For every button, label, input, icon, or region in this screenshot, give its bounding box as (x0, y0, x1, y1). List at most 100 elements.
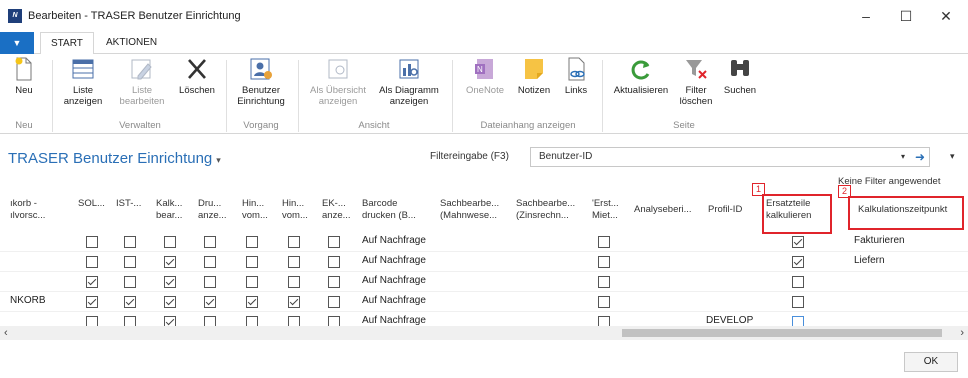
checkbox-ist[interactable] (124, 276, 136, 288)
liste-anzeigen-button[interactable]: Liste anzeigen (58, 56, 108, 107)
col-header[interactable]: ıkorb - ılvorsc... (10, 198, 48, 222)
neu-button[interactable]: Neu (6, 56, 42, 96)
als-diagramm-label: Als Diagramm anzeigen (379, 85, 439, 107)
horizontal-scrollbar[interactable]: ‹ › (0, 326, 968, 340)
col-header[interactable]: Hin... vom... (282, 198, 314, 222)
benutzer-einrichtung-button[interactable]: Benutzer Einrichtung (230, 56, 292, 107)
maximize-button[interactable]: ☐ (886, 4, 926, 28)
checkbox-ek[interactable] (328, 296, 340, 308)
filter-more-icon[interactable]: ▾ (950, 151, 955, 162)
col-header[interactable]: EK-... anze... (322, 198, 352, 222)
table-row[interactable]: NKORB Auf Nachfrage (0, 292, 968, 312)
checkbox-sol[interactable] (86, 296, 98, 308)
links-label: Links (564, 85, 588, 96)
col-header[interactable]: Barcode drucken (B... (362, 198, 428, 222)
file-menu-button[interactable]: ▼ (0, 32, 34, 54)
col-header[interactable]: Hin... vom... (242, 198, 274, 222)
checkbox-sol[interactable] (86, 276, 98, 288)
filter-dropdown-icon[interactable]: ▾ (901, 148, 905, 166)
scroll-right-icon[interactable]: › (960, 326, 964, 340)
checkbox-kalk[interactable] (164, 296, 176, 308)
checkbox-kalk[interactable] (164, 276, 176, 288)
liste-bearbeiten-button[interactable]: Liste bearbeiten (116, 56, 168, 107)
aktualisieren-button[interactable]: Aktualisieren (608, 56, 674, 96)
minimize-button[interactable]: – (846, 4, 886, 28)
col-header[interactable]: Analyseberi... (634, 204, 700, 216)
table-row[interactable]: Auf Nachfrage Liefern (0, 252, 968, 272)
checkbox-ek[interactable] (328, 236, 340, 248)
checkbox-hin2[interactable] (288, 236, 300, 248)
page-title-text: TRASER Benutzer Einrichtung (8, 150, 213, 167)
title-menu-caret[interactable]: ▾ (216, 155, 221, 165)
app-logo: N (8, 9, 22, 23)
als-diagramm-button[interactable]: Als Diagramm anzeigen (376, 56, 442, 107)
col-header[interactable]: SOL... (78, 198, 106, 210)
checkbox-sol[interactable] (86, 256, 98, 268)
col-header[interactable]: 'Erst... Miet... (592, 198, 624, 222)
col-header[interactable]: Kalk... bear... (156, 198, 190, 222)
loeschen-button[interactable]: Löschen (174, 56, 220, 96)
scroll-thumb[interactable] (622, 329, 942, 337)
checkbox-ersatz[interactable] (792, 256, 804, 268)
table-row[interactable]: Auf Nachfrage Fakturieren (0, 232, 968, 252)
col-header[interactable]: Sachbearbe... (Mahnwese... (440, 198, 506, 222)
close-button[interactable]: ✕ (926, 4, 966, 28)
checkbox-hin1[interactable] (246, 296, 258, 308)
checkbox-kalk[interactable] (164, 236, 176, 248)
checkbox-dru[interactable] (204, 256, 216, 268)
checkbox-erst[interactable] (598, 256, 610, 268)
checkbox-hin1[interactable] (246, 276, 258, 288)
checkbox-ist[interactable] (124, 256, 136, 268)
title-bar: N Bearbeiten - TRASER Benutzer Einrichtu… (0, 0, 968, 32)
links-button[interactable]: Links (560, 56, 592, 96)
scroll-left-icon[interactable]: ‹ (4, 326, 8, 340)
cell-kalkulationszeitpunkt: Fakturieren (854, 235, 905, 246)
tab-aktionen[interactable]: AKTIONEN (96, 32, 167, 54)
checkbox-sol[interactable] (86, 236, 98, 248)
checkbox-ist[interactable] (124, 236, 136, 248)
col-header[interactable]: Sachbearbe... (Zinsrechn... (516, 198, 582, 222)
checkbox-dru[interactable] (204, 276, 216, 288)
page-title: TRASER Benutzer Einrichtung ▾ (8, 150, 221, 167)
checkbox-hin1[interactable] (246, 236, 258, 248)
checkbox-ist[interactable] (124, 296, 136, 308)
group-separator (298, 60, 299, 132)
checkbox-ek[interactable] (328, 256, 340, 268)
neu-label: Neu (15, 85, 33, 96)
group-separator (602, 60, 603, 132)
group-label-vorgang: Vorgang (243, 120, 279, 131)
ok-button[interactable]: OK (904, 352, 958, 372)
checkbox-erst[interactable] (598, 236, 610, 248)
checkbox-hin2[interactable] (288, 276, 300, 288)
suchen-button[interactable]: Suchen (720, 56, 760, 96)
checkbox-dru[interactable] (204, 236, 216, 248)
filter-apply-arrow-icon[interactable]: ➜ (915, 148, 925, 166)
table-row[interactable]: Auf Nachfrage (0, 272, 968, 292)
checkbox-hin2[interactable] (288, 296, 300, 308)
col-header[interactable]: Dru... anze... (198, 198, 232, 222)
onenote-label: OneNote (465, 85, 505, 96)
checkbox-hin1[interactable] (246, 256, 258, 268)
list-view-icon (72, 59, 94, 79)
user-settings-icon (250, 58, 272, 80)
filter-loeschen-button[interactable]: Filter löschen (676, 56, 716, 107)
checkbox-ersatz[interactable] (792, 236, 804, 248)
col-header[interactable]: IST-... (116, 198, 144, 210)
checkbox-erst[interactable] (598, 296, 610, 308)
checkbox-hin2[interactable] (288, 256, 300, 268)
onenote-button[interactable]: N OneNote (464, 56, 506, 96)
col-header[interactable]: Profil-ID (708, 204, 756, 216)
checkbox-dru[interactable] (204, 296, 216, 308)
delete-x-icon (188, 59, 206, 79)
checkbox-ek[interactable] (328, 276, 340, 288)
liste-anzeigen-label: Liste anzeigen (63, 85, 103, 107)
checkbox-kalk[interactable] (164, 256, 176, 268)
filter-field[interactable]: Benutzer-ID ▾ ➜ (530, 147, 930, 167)
als-uebersicht-button[interactable]: Als Übersicht anzeigen (304, 56, 372, 107)
tab-start[interactable]: START (40, 32, 94, 55)
checkbox-ersatz[interactable] (792, 296, 804, 308)
notizen-button[interactable]: Notizen (512, 56, 556, 96)
checkbox-erst[interactable] (598, 276, 610, 288)
window-title: Bearbeiten - TRASER Benutzer Einrichtung (28, 10, 241, 22)
checkbox-ersatz[interactable] (792, 276, 804, 288)
